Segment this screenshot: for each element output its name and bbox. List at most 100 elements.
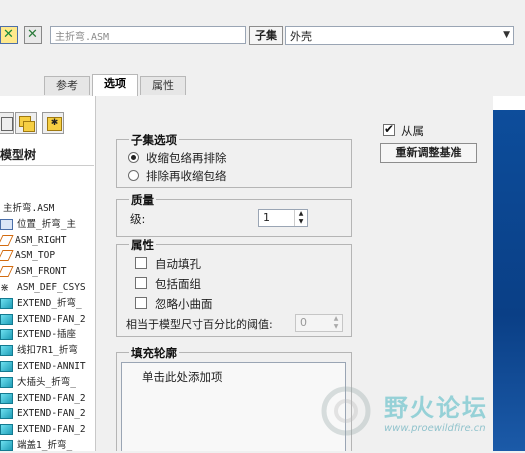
tab-properties[interactable]: 属性 [140, 76, 186, 95]
fill-contour-title: 填充轮廓 [129, 345, 179, 361]
realign-datums-button[interactable]: 重新调整基准 [380, 143, 477, 163]
layer-view-button[interactable] [15, 112, 37, 134]
tree-row-label: 位置_折弯_主 [17, 218, 76, 230]
checkbox-label: 自动填孔 [155, 257, 201, 271]
tab-references[interactable]: 参考 [44, 76, 90, 95]
tab-options[interactable]: 选项 [92, 74, 138, 96]
tree-row[interactable]: 位置_折弯_主 [0, 217, 94, 232]
threshold-label: 相当于模型尺寸百分比的阈值: [126, 318, 273, 331]
level-label: 级: [130, 212, 146, 226]
star-folder-icon: ✱ [47, 117, 62, 131]
tree-row-label: ASM_TOP [15, 250, 56, 262]
threshold-spinner[interactable]: 0 ▲ ▼ [295, 314, 343, 332]
attributes-title: 属性 [129, 237, 156, 253]
quality-title: 质量 [129, 192, 156, 208]
radio-label: 收缩包络再排除 [146, 151, 227, 165]
tree-row[interactable]: ASM_FRONT [0, 264, 94, 279]
datum-plane-icon [0, 234, 14, 246]
threshold-value: 0 [300, 316, 307, 329]
ignore-small-surfaces-checkbox[interactable] [135, 297, 147, 309]
tree-row[interactable]: EXTEND-ANNIT [0, 359, 94, 374]
tree-row[interactable]: ASM_TOP [0, 248, 94, 263]
datum-plane-icon [0, 266, 14, 278]
csys-icon: ⋇ [0, 281, 10, 294]
fill-contour-list[interactable]: 单击此处添加项 [121, 362, 346, 451]
dependent-checkbox[interactable]: ✔ [383, 122, 395, 136]
tree-row-label: ASM_RIGHT [15, 234, 67, 246]
radio-shrinkwrap-then-exclude[interactable] [128, 152, 139, 163]
part-icon [0, 408, 13, 420]
subset-button[interactable]: 子集 [249, 26, 283, 45]
part-icon [0, 345, 13, 357]
tree-row[interactable]: 大插头_折弯_ [0, 375, 94, 390]
watermark-url: www.proewildfire.cn [384, 423, 486, 434]
part-icon [0, 297, 13, 309]
part-icon [0, 392, 13, 404]
spin-down-icon[interactable]: ▼ [330, 323, 342, 331]
merge-mode-button[interactable]: ✕ [24, 26, 42, 44]
tree-row[interactable]: ASM_RIGHT [0, 233, 94, 248]
folder-icon [23, 121, 35, 132]
tree-row[interactable]: EXTEND-FAN_2 [0, 391, 94, 406]
shrinkwrap-mode-button[interactable]: ✕ [0, 26, 18, 44]
tree-row-label: 大插头_折弯_ [17, 376, 76, 388]
feature-folder-button[interactable]: ✱ [42, 112, 64, 134]
tree-row-label: 主折弯.ASM [3, 203, 55, 214]
tree-row[interactable]: EXTEND-FAN_2 [0, 312, 94, 327]
tree-row[interactable]: EXTEND-FAN_2 [0, 406, 94, 421]
part-icon [0, 329, 13, 341]
dependent-label: 从属 [401, 124, 424, 138]
dashboard-toolbar: ✕ ✕ 主折弯.ASM 子集 外壳 ▼ [0, 0, 525, 70]
shrinkwrap-icon: ✕ [3, 27, 14, 42]
checkbox-label: 忽略小曲面 [155, 297, 213, 311]
merge-icon: ✕ [27, 27, 38, 42]
radio-label: 排除再收缩包络 [146, 169, 227, 183]
tree-view-button[interactable] [0, 112, 14, 134]
tree-row-label: EXTEND-FAN_2 [17, 392, 86, 404]
checkbox-label: 包括面组 [155, 277, 201, 291]
watermark-logo [321, 386, 371, 436]
layout-icon [0, 218, 13, 230]
tree-row-label: EXTEND-ANNIT [17, 361, 86, 372]
graphics-background [493, 110, 525, 451]
part-icon [0, 376, 13, 388]
checkmark-icon: ✔ [384, 122, 395, 136]
model-name-input[interactable]: 主折弯.ASM [50, 26, 246, 44]
spin-up-icon[interactable]: ▲ [330, 315, 342, 323]
spin-down-icon[interactable]: ▼ [294, 218, 307, 226]
subset-select-value: 外壳 [290, 30, 312, 43]
subset-select[interactable]: 外壳 ▼ [285, 26, 514, 45]
tree-row-label: ASM_FRONT [15, 266, 67, 278]
model-tree-title: 模型树 [0, 148, 37, 162]
add-item-placeholder[interactable]: 单击此处添加项 [142, 369, 223, 385]
tree-row[interactable]: EXTEND-插座 [0, 327, 94, 342]
subset-options-title: 子集选项 [129, 132, 179, 148]
tree-row-label: EXTEND-FAN_2 [17, 313, 86, 325]
tree-row[interactable]: ⋇ ASM_DEF_CSYS [0, 280, 94, 295]
tree-row[interactable]: EXTEND-FAN_2 [0, 422, 94, 437]
tree-row-label: EXTEND-FAN_2 [17, 408, 86, 420]
tree-row-label: EXTEND-插座 [17, 329, 77, 341]
part-icon [0, 361, 13, 372]
include-quilts-checkbox[interactable] [135, 277, 147, 289]
tree-row[interactable]: 线扣7R1_折弯 [0, 343, 94, 358]
tree-row[interactable]: 主折弯.ASM [0, 201, 94, 216]
datum-plane-icon [0, 250, 14, 262]
radio-exclude-then-shrinkwrap[interactable] [128, 170, 139, 181]
part-icon [0, 313, 13, 325]
quality-level-spinner[interactable]: 1 ▲ ▼ [258, 209, 308, 227]
quality-level-value: 1 [263, 211, 270, 224]
tree-row-label: EXTEND-FAN_2 [17, 424, 86, 436]
chevron-down-icon[interactable]: ▼ [503, 30, 510, 40]
tree-icon [1, 117, 13, 131]
tree-row-label: EXTEND_折弯_ [17, 297, 82, 309]
tree-row-label: 线扣7R1_折弯 [17, 345, 78, 357]
tree-row-label: 端盖1_折弯_ [17, 440, 73, 451]
auto-fill-holes-checkbox[interactable] [135, 257, 147, 269]
part-icon [0, 424, 13, 436]
tree-row[interactable]: EXTEND_折弯_ [0, 296, 94, 311]
spin-up-icon[interactable]: ▲ [294, 210, 307, 218]
part-icon [0, 440, 13, 451]
divider [0, 165, 94, 166]
watermark-text: 野火论坛 [384, 394, 488, 422]
